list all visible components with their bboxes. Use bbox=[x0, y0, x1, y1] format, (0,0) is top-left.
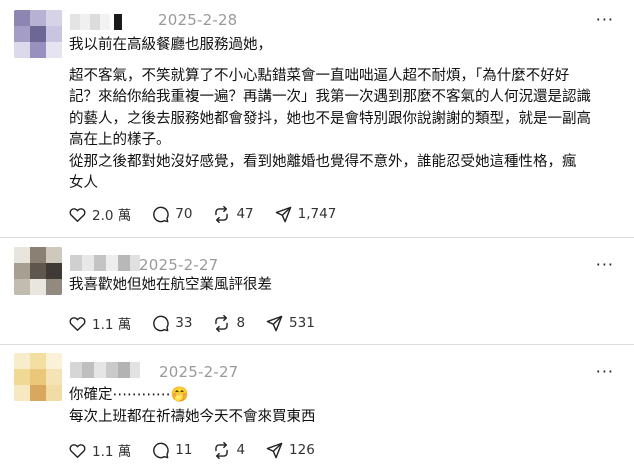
share-button[interactable]: 1,747 bbox=[274, 205, 337, 224]
comment-count: 70 bbox=[175, 206, 193, 222]
comment-bubble-icon bbox=[153, 442, 170, 458]
repost-arrows-icon bbox=[215, 441, 229, 459]
share-button[interactable]: 126 bbox=[265, 441, 315, 460]
repost-count: 4 bbox=[236, 442, 246, 458]
post-actions: 2.0 萬 70 47 1,747 bbox=[68, 203, 356, 225]
post-paragraph: 記？來給你給我重複一遍？再講一次」我第一次遇到那麼不客氣的人何況還是認識 bbox=[69, 89, 591, 105]
more-dots-icon[interactable]: ··· bbox=[596, 362, 614, 381]
repost-arrows-icon bbox=[215, 314, 229, 332]
post-paragraph: 高在上的樣子。 bbox=[69, 132, 171, 148]
like-button[interactable]: 2.0 萬 bbox=[68, 204, 131, 224]
post-paragraph: 的藝人，之後去服務她都會發抖，她也不是會特別跟你說謝謝的類型，就是一副高 bbox=[69, 110, 591, 127]
share-button[interactable]: 531 bbox=[265, 314, 315, 333]
post-body: 我以前在高級餐廳也服務過她， 超不客氣，不笑就算了不小心點錯菜會一直咄咄逼人超不… bbox=[69, 35, 591, 195]
heart-icon bbox=[69, 443, 86, 458]
send-paper-plane-icon bbox=[275, 206, 291, 222]
send-paper-plane-icon bbox=[266, 442, 283, 458]
post-actions: 1.1 萬 33 8 531 bbox=[68, 312, 335, 334]
thread-post: 2025-2-27 ··· 我喜歡她但她在航空業風評很差 1.1 萬 33 8 … bbox=[0, 238, 634, 344]
repost-arrows-icon bbox=[215, 205, 229, 223]
post-paragraph: 我喜歡她但她在航空業風評很差 bbox=[69, 277, 272, 293]
post-actions: 1.1 萬 11 4 126 bbox=[68, 439, 335, 461]
comment-bubble-icon bbox=[153, 206, 170, 222]
like-count: 1.1 萬 bbox=[92, 444, 132, 460]
post-paragraph: 我以前在高級餐廳也服務過她， bbox=[69, 37, 272, 53]
like-count: 2.0 萬 bbox=[92, 208, 132, 224]
post-paragraph: 女人 bbox=[69, 175, 98, 191]
like-count: 1.1 萬 bbox=[92, 317, 132, 333]
post-body: 我喜歡她但她在航空業風評很差 bbox=[69, 275, 272, 297]
post-paragraph: 超不客氣，不笑就算了不小心點錯菜會一直咄咄逼人超不耐煩，「為什麼不好好 bbox=[69, 67, 570, 84]
heart-icon bbox=[69, 207, 86, 222]
avatar[interactable] bbox=[14, 353, 62, 401]
share-count: 126 bbox=[289, 442, 315, 458]
thread-post: 2025-2-28 ··· 我以前在高級餐廳也服務過她， 超不客氣，不笑就算了不… bbox=[0, 0, 634, 236]
post-paragraph: 每次上班都在祈禱她今天不會來買東西 bbox=[69, 408, 316, 425]
username-redacted[interactable] bbox=[70, 255, 140, 273]
username-redacted[interactable] bbox=[70, 362, 140, 380]
heart-icon bbox=[69, 316, 86, 331]
repost-count: 8 bbox=[236, 315, 246, 331]
comment-button[interactable]: 70 bbox=[151, 205, 192, 224]
more-dots-icon[interactable]: ··· bbox=[596, 10, 614, 29]
more-dots-icon[interactable]: ··· bbox=[596, 255, 614, 274]
comment-count: 11 bbox=[175, 442, 193, 458]
repost-button[interactable]: 4 bbox=[212, 441, 245, 460]
avatar[interactable] bbox=[14, 247, 62, 295]
thread-post: 2025-2-27 ··· 你確定⋯⋯⋯⋯🤭 每次上班都在祈禱她今天不會來買東西… bbox=[0, 345, 634, 475]
send-paper-plane-icon bbox=[266, 315, 283, 331]
comment-bubble-icon bbox=[153, 315, 170, 331]
repost-button[interactable]: 8 bbox=[212, 314, 245, 333]
repost-button[interactable]: 47 bbox=[212, 205, 254, 224]
repost-count: 47 bbox=[236, 206, 254, 222]
post-date[interactable]: 2025-2-27 bbox=[139, 256, 218, 274]
post-body: 你確定⋯⋯⋯⋯🤭 每次上班都在祈禱她今天不會來買東西 bbox=[69, 385, 316, 428]
share-count: 531 bbox=[289, 315, 315, 331]
username-redacted[interactable] bbox=[70, 14, 122, 32]
post-date[interactable]: 2025-2-28 bbox=[158, 11, 237, 29]
post-paragraph: 你確定⋯⋯⋯⋯🤭 bbox=[69, 387, 189, 403]
post-paragraph: 從那之後都對她沒好感覺，看到她離婚也覺得不意外，誰能忍受她這種性格，瘋 bbox=[69, 153, 577, 170]
avatar[interactable] bbox=[14, 10, 62, 58]
post-date[interactable]: 2025-2-27 bbox=[159, 363, 238, 381]
share-count: 1,747 bbox=[297, 206, 337, 222]
comment-count: 33 bbox=[175, 315, 193, 331]
like-button[interactable]: 1.1 萬 bbox=[68, 313, 131, 333]
comment-button[interactable]: 33 bbox=[151, 314, 192, 333]
comment-button[interactable]: 11 bbox=[151, 441, 192, 460]
like-button[interactable]: 1.1 萬 bbox=[68, 440, 131, 460]
